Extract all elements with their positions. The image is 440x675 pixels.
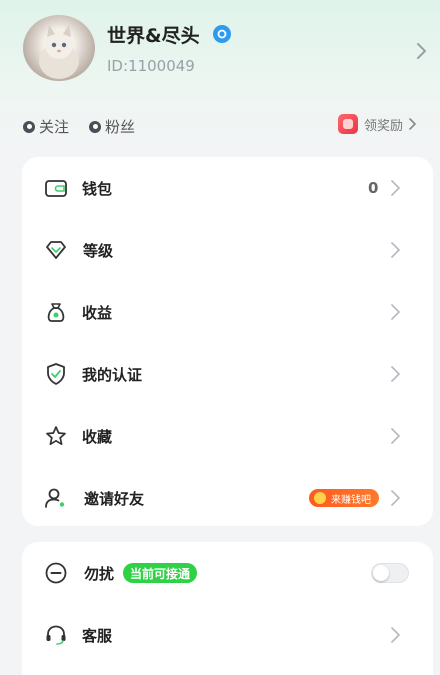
support-label: 客服: [82, 626, 113, 645]
headset-icon: [46, 625, 66, 645]
add-user-icon: [45, 488, 65, 508]
dnd-status-badge: 当前可接通: [123, 563, 198, 583]
menu-item-favorites[interactable]: 收藏: [22, 405, 433, 467]
fans-label: 粉丝: [105, 118, 136, 136]
favorites-label: 收藏: [82, 427, 113, 446]
fans-link[interactable]: 粉丝: [89, 116, 135, 137]
wallet-icon: [45, 180, 67, 197]
invite-label: 邀请好友: [84, 489, 145, 508]
wallet-balance: 0: [368, 179, 379, 197]
toggle-knob: [373, 565, 389, 581]
shield-check-icon: [47, 363, 65, 385]
reward-button[interactable]: 领奖励: [338, 114, 419, 134]
menu-item-support[interactable]: 客服: [22, 604, 433, 666]
dnd-label: 勿扰: [84, 564, 115, 583]
invite-badge-text: 来赚钱吧: [331, 494, 371, 506]
menu-card: 钱包 0 等级 收益 我的认证 收藏 邀请好友 来赚钱吧: [22, 157, 433, 526]
settings-card: 勿扰 当前可接通 客服: [22, 542, 433, 675]
level-label: 等级: [83, 241, 114, 260]
following-label: 关注: [39, 118, 70, 136]
chevron-right-icon: [391, 242, 400, 258]
menu-item-dnd: 勿扰 当前可接通: [22, 542, 433, 604]
chevron-right-icon: [391, 428, 400, 444]
chevron-right-icon[interactable]: [415, 42, 429, 60]
gift-icon: [338, 114, 358, 134]
menu-item-verification[interactable]: 我的认证: [22, 343, 433, 405]
chevron-right-icon: [391, 490, 400, 506]
menu-item-earnings[interactable]: 收益: [22, 281, 433, 343]
verification-label: 我的认证: [82, 365, 143, 384]
avatar[interactable]: [23, 15, 95, 81]
money-bag-icon: [47, 303, 65, 322]
verified-icon: [213, 25, 231, 43]
username: 世界&尽头: [107, 25, 200, 47]
chevron-right-icon: [409, 118, 416, 130]
cat-photo: [39, 25, 79, 79]
dnd-toggle[interactable]: [371, 563, 409, 583]
profile-header[interactable]: 世界&尽头 ID:1100049: [0, 0, 440, 110]
user-id: ID:1100049: [107, 57, 195, 75]
chevron-right-icon: [391, 304, 400, 320]
menu-item-invite[interactable]: 邀请好友 来赚钱吧: [22, 467, 433, 529]
circle-dot-icon: [89, 120, 101, 133]
star-icon: [46, 426, 66, 446]
circle-dot-icon: [23, 120, 35, 133]
wallet-label: 钱包: [82, 179, 113, 198]
menu-item-level[interactable]: 等级: [22, 219, 433, 281]
invite-earn-badge[interactable]: 来赚钱吧: [309, 489, 379, 507]
chevron-right-icon: [391, 627, 400, 643]
earnings-label: 收益: [82, 303, 113, 322]
coin-icon: [314, 492, 326, 504]
following-link[interactable]: 关注: [23, 116, 69, 137]
menu-item-wallet[interactable]: 钱包 0: [22, 157, 433, 219]
chevron-right-icon: [391, 366, 400, 382]
minus-circle-icon: [45, 562, 67, 584]
social-row: 关注 粉丝 领奖励: [0, 113, 440, 141]
chevron-right-icon: [391, 180, 400, 196]
reward-label: 领奖励: [364, 118, 404, 134]
diamond-icon: [46, 241, 66, 259]
